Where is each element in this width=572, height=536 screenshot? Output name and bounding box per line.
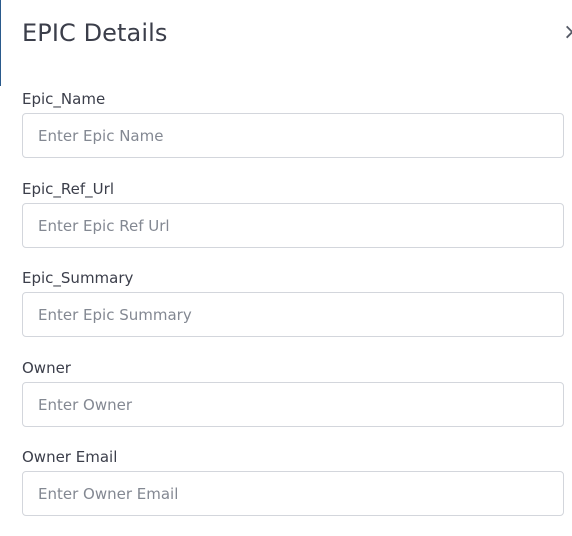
epic-name-input[interactable] bbox=[22, 113, 564, 158]
modal-title: EPIC Details bbox=[22, 19, 168, 47]
modal-left-edge bbox=[0, 0, 1, 86]
owner-email-field: Owner Email bbox=[22, 447, 564, 516]
owner-email-input[interactable] bbox=[22, 471, 564, 516]
epic-summary-field: Epic_Summary bbox=[22, 268, 564, 337]
close-icon[interactable]: × bbox=[563, 20, 572, 46]
owner-email-label: Owner Email bbox=[22, 448, 118, 466]
epic-summary-label: Epic_Summary bbox=[22, 269, 134, 287]
epic-details-modal: EPIC Details × Epic_Name Epic_Ref_Url Ep… bbox=[0, 0, 572, 536]
epic-name-label: Epic_Name bbox=[22, 90, 106, 108]
owner-input[interactable] bbox=[22, 382, 564, 427]
epic-name-field: Epic_Name bbox=[22, 89, 564, 158]
epic-ref-url-field: Epic_Ref_Url bbox=[22, 179, 564, 248]
epic-ref-url-input[interactable] bbox=[22, 203, 564, 248]
epic-ref-url-label: Epic_Ref_Url bbox=[22, 180, 114, 198]
epic-summary-input[interactable] bbox=[22, 292, 564, 337]
owner-label: Owner bbox=[22, 359, 71, 377]
owner-field: Owner bbox=[22, 358, 564, 427]
